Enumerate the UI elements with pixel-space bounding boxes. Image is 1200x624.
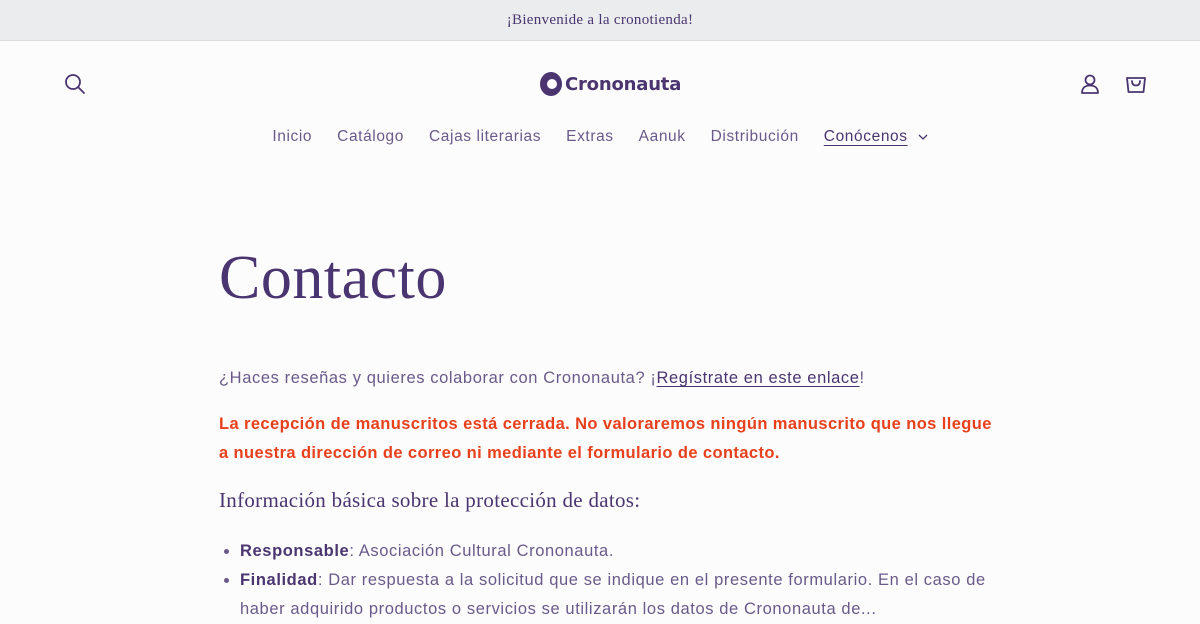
announcement-text: ¡Bienvenide a la cronotienda!: [506, 11, 694, 28]
collaborate-suffix: !: [859, 369, 865, 387]
register-link[interactable]: Regístrate en este enlace: [657, 369, 860, 387]
nav-list: Inicio Catálogo Cajas literarias Extras …: [0, 128, 1200, 146]
list-item: Responsable: Asociación Cultural Cronona…: [240, 537, 999, 566]
page-title: Contacto: [219, 244, 447, 312]
list-item: Finalidad: Dar respuesta a la solicitud …: [240, 566, 999, 624]
site-logo[interactable]: Crononauta: [540, 71, 681, 97]
nav-item-catalogo[interactable]: Catálogo: [325, 128, 417, 146]
list-item-term: Responsable: [240, 542, 350, 560]
cart-icon: [1126, 77, 1146, 93]
nav-item-cajas-literarias[interactable]: Cajas literarias: [417, 128, 554, 146]
nav-item-label: Conócenos: [823, 128, 908, 145]
nav-item-conocenos[interactable]: Conócenos: [811, 128, 940, 146]
collaborate-prefix: ¿Haces reseñas y quieres colaborar con C…: [219, 369, 657, 387]
chevron-down-icon: [918, 134, 928, 140]
logo-text: Crononauta: [565, 73, 682, 95]
nav-item-extras[interactable]: Extras: [554, 128, 627, 146]
cart-button[interactable]: [1120, 68, 1152, 100]
nav-item-label: Aanuk: [638, 128, 686, 145]
main-content: Contacto ¿Haces reseñas y quieres colabo…: [219, 230, 999, 624]
collaborate-text: ¿Haces reseñas y quieres colaborar con C…: [219, 366, 999, 390]
account-button[interactable]: [1074, 68, 1106, 100]
data-protection-heading: Información básica sobre la protección d…: [219, 488, 641, 512]
nav-item-distribucion[interactable]: Distribución: [698, 128, 811, 146]
list-item-text: : Dar respuesta a la solicitud que se in…: [240, 571, 986, 618]
nav-item-label: Inicio: [272, 128, 313, 145]
logo-mark-icon: [540, 72, 562, 96]
account-icon: [1081, 74, 1099, 94]
nav-item-label: Extras: [566, 128, 614, 145]
nav-item-aanuk[interactable]: Aanuk: [626, 128, 698, 146]
nav-item-inicio[interactable]: Inicio: [260, 128, 325, 146]
list-item-text: : Asociación Cultural Crononauta.: [349, 542, 615, 560]
site-header: Crononauta: [0, 41, 1200, 127]
nav-item-label: Catálogo: [337, 128, 405, 145]
announcement-bar: ¡Bienvenide a la cronotienda!: [0, 0, 1200, 41]
search-button[interactable]: [59, 68, 91, 100]
search-icon: [65, 74, 85, 94]
nav-item-label: Distribución: [710, 128, 799, 145]
nav-item-label: Cajas literarias: [429, 128, 542, 145]
list-item-term: Finalidad: [240, 571, 318, 589]
data-protection-list: Responsable: Asociación Cultural Cronona…: [219, 537, 999, 624]
manuscripts-closed-warning: La recepción de manuscritos está cerrada…: [219, 415, 992, 462]
